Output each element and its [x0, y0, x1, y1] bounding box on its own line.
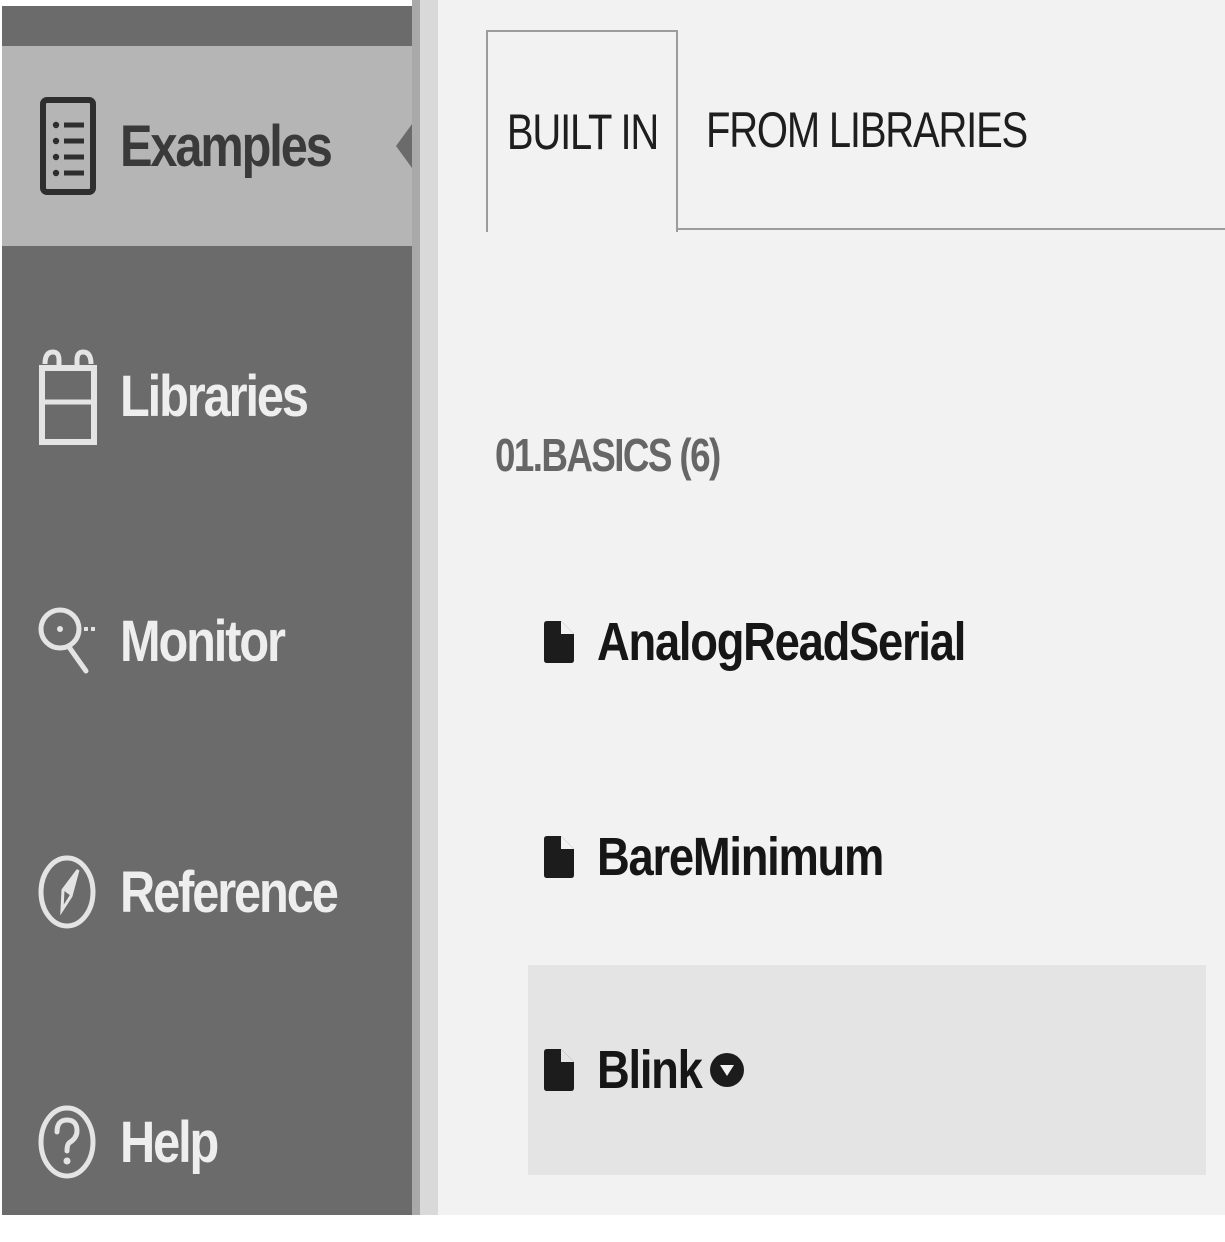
sidebar-item-label: Help: [120, 1109, 219, 1175]
example-label: AnalogReadSerial: [597, 612, 966, 672]
file-icon: [544, 1049, 574, 1091]
active-indicator: [396, 124, 412, 168]
file-icon: [544, 621, 574, 663]
sidebar-item-label: Examples: [120, 113, 333, 179]
examples-panel: BUILT IN FROM LIBRARIES 01.BASICS (6) An…: [438, 0, 1225, 1215]
sidebar-item-label: Libraries: [120, 363, 309, 429]
example-item-bareminimum[interactable]: BareMinimum: [528, 752, 1206, 962]
sidebar-item-libraries[interactable]: Libraries: [2, 296, 412, 496]
chevron-down-circle-icon[interactable]: [710, 1053, 744, 1087]
example-label: BareMinimum: [597, 827, 884, 887]
sidebar-item-help[interactable]: Help: [2, 1042, 412, 1242]
panel-gutter: [420, 0, 438, 1215]
sidebar-item-examples[interactable]: Examples: [2, 46, 412, 246]
tab-from-libraries[interactable]: FROM LIBRARIES: [706, 30, 1028, 230]
libraries-icon: [38, 349, 98, 445]
help-question-icon: [38, 1102, 98, 1182]
file-icon: [544, 836, 574, 878]
sidebar-item-monitor[interactable]: Monitor: [2, 541, 412, 741]
sidebar-item-reference[interactable]: Reference: [2, 792, 412, 992]
arduino-editor-window: Examples Libraries Monitor Reference Hel…: [0, 0, 1225, 1215]
sidebar-item-label: Reference: [120, 859, 339, 925]
panel-divider[interactable]: [412, 0, 420, 1215]
example-label: Blink: [597, 1040, 703, 1100]
section-heading[interactable]: 01.BASICS (6): [495, 420, 721, 490]
example-item-blink[interactable]: Blink: [528, 965, 1206, 1175]
sidebar-item-label: Monitor: [120, 608, 286, 674]
monitor-magnifier-icon: [38, 601, 98, 681]
sidebar: Examples Libraries Monitor Reference Hel…: [2, 6, 412, 1215]
example-item-analogreadserial[interactable]: AnalogReadSerial: [528, 537, 1206, 747]
tab-label: FROM LIBRARIES: [706, 102, 1028, 158]
tab-built-in[interactable]: BUILT IN: [486, 30, 678, 232]
examples-list-icon: [38, 97, 98, 195]
compass-icon: [38, 852, 98, 932]
tab-label: BUILT IN: [506, 104, 658, 160]
